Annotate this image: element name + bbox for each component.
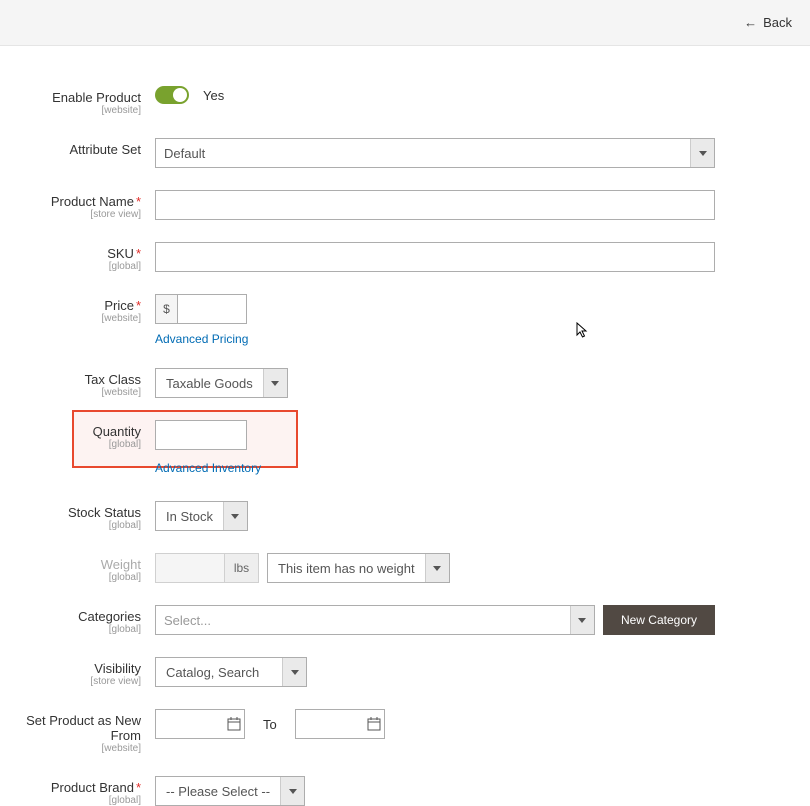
scope-stock: [global] xyxy=(0,520,141,531)
chevron-down-icon xyxy=(282,658,306,686)
scope-newfrom: [website] xyxy=(0,743,141,754)
row-price: Price* [website] $ Advanced Pricing xyxy=(0,294,810,346)
select-attribute-set[interactable]: Default xyxy=(155,138,715,168)
back-label: Back xyxy=(763,15,792,30)
label-sku: SKU* xyxy=(0,246,141,261)
scope-price: [website] xyxy=(0,313,141,324)
select-categories[interactable]: Select... xyxy=(155,605,595,635)
currency-prefix: $ xyxy=(156,295,178,323)
label-tax: Tax Class xyxy=(0,372,141,387)
calendar-icon xyxy=(224,710,244,738)
select-stock-status[interactable]: In Stock xyxy=(155,501,248,531)
link-advanced-pricing[interactable]: Advanced Pricing xyxy=(155,332,715,346)
scope-weight: [global] xyxy=(0,572,141,583)
label-categories: Categories xyxy=(0,609,141,624)
input-price[interactable]: $ xyxy=(155,294,247,324)
chevron-down-icon xyxy=(425,554,449,582)
chevron-down-icon xyxy=(263,369,287,397)
product-form: Enable Product [website] Yes Attribute S… xyxy=(0,46,810,806)
row-stock-status: Stock Status [global] In Stock xyxy=(0,501,810,531)
back-button[interactable]: ← Back xyxy=(744,15,792,30)
input-product-name[interactable] xyxy=(155,190,715,220)
scope-tax: [website] xyxy=(0,387,141,398)
chevron-down-icon xyxy=(280,777,304,805)
input-weight: lbs xyxy=(155,553,259,583)
link-advanced-inventory[interactable]: Advanced Inventory xyxy=(155,461,715,475)
select-tax-class[interactable]: Taxable Goods xyxy=(155,368,288,398)
label-newfrom: Set Product as New From xyxy=(0,713,141,743)
input-sku[interactable] xyxy=(155,242,715,272)
tax-value: Taxable Goods xyxy=(156,369,263,397)
weight-unit: lbs xyxy=(224,554,258,582)
select-attrset-value: Default xyxy=(164,146,205,161)
chevron-down-icon xyxy=(223,502,247,530)
label-name: Product Name* xyxy=(0,194,141,209)
label-enable: Enable Product xyxy=(0,90,141,105)
label-weight: Weight xyxy=(0,557,141,572)
row-quantity: Quantity [global] Advanced Inventory xyxy=(0,420,810,475)
scope-sku: [global] xyxy=(0,261,141,272)
label-price: Price* xyxy=(0,298,141,313)
input-quantity[interactable] xyxy=(155,420,247,450)
row-categories: Categories [global] Select... New Catego… xyxy=(0,605,810,635)
toggle-enable-product[interactable] xyxy=(155,86,189,104)
select-weight-type[interactable]: This item has no weight xyxy=(267,553,450,583)
chevron-down-icon xyxy=(690,139,714,167)
input-new-from[interactable] xyxy=(155,709,245,739)
label-qty: Quantity xyxy=(0,424,141,439)
select-visibility[interactable]: Catalog, Search xyxy=(155,657,307,687)
label-visibility: Visibility xyxy=(0,661,141,676)
toggle-value: Yes xyxy=(203,88,224,103)
button-new-category[interactable]: New Category xyxy=(603,605,715,635)
row-sku: SKU* [global] xyxy=(0,242,810,272)
weight-field xyxy=(156,554,224,582)
arrow-left-icon: ← xyxy=(744,15,757,30)
label-stock: Stock Status xyxy=(0,505,141,520)
scope-categories: [global] xyxy=(0,624,141,635)
row-weight: Weight [global] lbs This item has no wei… xyxy=(0,553,810,583)
weight-type-value: This item has no weight xyxy=(268,554,425,582)
scope-qty: [global] xyxy=(0,439,141,450)
label-brand: Product Brand* xyxy=(0,780,141,795)
row-attribute-set: Attribute Set Default xyxy=(0,138,810,168)
row-product-name: Product Name* [store view] xyxy=(0,190,810,220)
input-new-to[interactable] xyxy=(295,709,385,739)
price-field[interactable] xyxy=(178,295,246,323)
visibility-value: Catalog, Search xyxy=(156,658,282,686)
label-attrset: Attribute Set xyxy=(0,142,141,157)
topbar: ← Back xyxy=(0,0,810,46)
chevron-down-icon xyxy=(570,606,594,634)
brand-value: -- Please Select -- xyxy=(156,777,280,805)
scope-enable: [website] xyxy=(0,105,141,116)
label-to: To xyxy=(263,717,277,732)
select-product-brand[interactable]: -- Please Select -- xyxy=(155,776,305,806)
stock-value: In Stock xyxy=(156,502,223,530)
scope-brand: [global] xyxy=(0,795,141,806)
row-product-brand: Product Brand* [global] -- Please Select… xyxy=(0,776,810,806)
calendar-icon xyxy=(364,710,384,738)
scope-name: [store view] xyxy=(0,209,141,220)
categories-placeholder: Select... xyxy=(164,613,211,628)
row-visibility: Visibility [store view] Catalog, Search xyxy=(0,657,810,687)
row-enable-product: Enable Product [website] Yes xyxy=(0,86,810,116)
scope-visibility: [store view] xyxy=(0,676,141,687)
row-new-from: Set Product as New From [website] To xyxy=(0,709,810,754)
row-tax-class: Tax Class [website] Taxable Goods xyxy=(0,368,810,398)
